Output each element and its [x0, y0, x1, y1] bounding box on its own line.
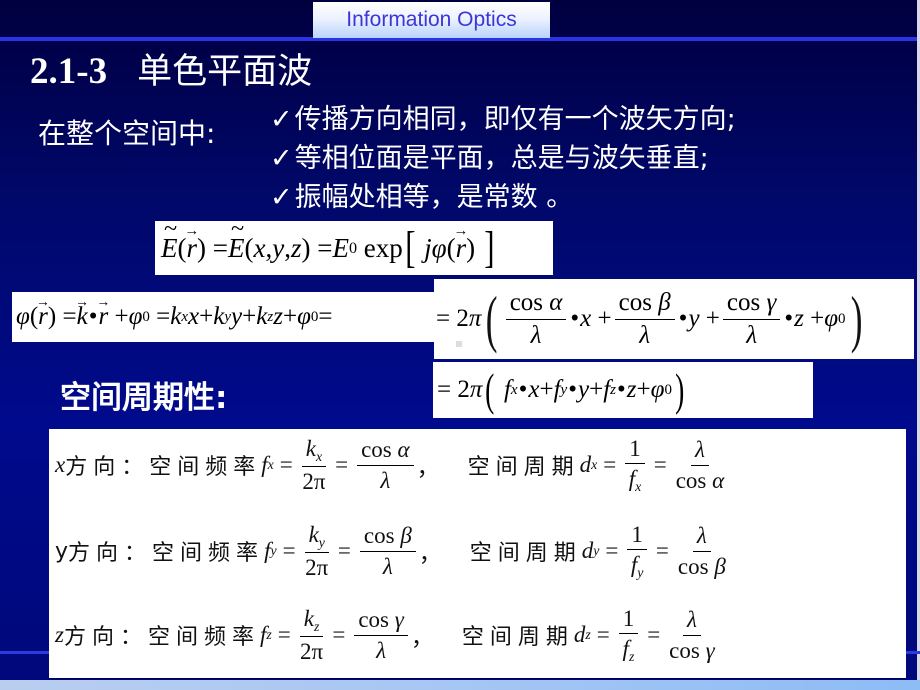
period-symbol: d: [581, 538, 594, 563]
period-label: 空间周期: [469, 541, 582, 566]
freq-label: 空间频率: [147, 625, 260, 650]
one-over-f: 1 fx: [625, 436, 645, 494]
check-icon: ✓: [270, 143, 293, 174]
period-symbol: d: [579, 452, 592, 477]
freq-label: 空间频率: [152, 541, 265, 566]
footer-strip: [0, 680, 920, 690]
lambda-over-cos: λ cos β: [677, 523, 726, 579]
period-label: 空间周期: [467, 455, 580, 480]
section-title: 单色平面波: [137, 52, 313, 92]
periodicity-label: 空间周期性:: [60, 380, 228, 416]
scope-label: 在整个空间中:: [38, 117, 216, 150]
bullet-item: ✓等相位面是平面，总是与波矢垂直;: [270, 139, 736, 178]
check-icon: ✓: [270, 182, 293, 213]
cos-over-lambda: cos βλ: [359, 523, 416, 579]
cos-over-lambda: cos αλ: [357, 437, 414, 493]
table-row-x: x 方向： 空间频率 fx = kx 2π = cos α λ， 空间周期 dx = …: [55, 435, 725, 494]
direction-label: 方向：: [68, 541, 153, 566]
axis-label: y: [55, 538, 69, 564]
section-number: 2.1-3: [30, 51, 108, 92]
bullet-item: ✓振幅处相等，是常数 。: [270, 178, 736, 217]
header-tab: Information Optics: [313, 2, 550, 38]
phase-equation-spatial-frequency: = 2 π( f x • x + f y • y + f z • z + φ 0): [433, 362, 813, 418]
bullet-text: 振幅处相等，是常数 。: [294, 182, 574, 213]
footer-rule-left: [0, 651, 50, 654]
period-symbol: d: [573, 622, 586, 647]
k-over-2pi: kx 2π: [301, 435, 327, 494]
one-over-f: 1 fy: [627, 522, 647, 580]
artifact-square: [456, 341, 462, 347]
freq-subscript: y: [270, 543, 277, 558]
slide-title: 2.1-3 单色平面波: [30, 50, 312, 94]
field-equation: E(r) = E(x, y, z) = E0 exp[ jφ(r) ]: [155, 221, 553, 275]
direction-label: 方向：: [63, 625, 148, 650]
period-label: 空间周期: [461, 625, 574, 650]
k-over-2pi: kz 2π: [299, 605, 324, 664]
freq-subscript: z: [266, 627, 272, 642]
bullet-text: 传播方向相同，即仅有一个波矢方向;: [294, 104, 736, 135]
lambda-over-cos: λ cos γ: [669, 607, 715, 663]
lambda-over-cos: λ cos α: [675, 437, 725, 493]
one-over-f: 1 fz: [618, 606, 639, 664]
footer-rule-right: [905, 651, 920, 654]
bullet-list: ✓传播方向相同，即仅有一个波矢方向; ✓等相位面是平面，总是与波矢垂直; ✓振幅…: [270, 100, 736, 217]
phase-equation-direction-cosines: = 2 π( cos α λ • x + cos β λ • y + cos γ λ • z + φ…: [434, 279, 914, 359]
check-icon: ✓: [270, 104, 293, 135]
freq-label: 空间频率: [149, 455, 262, 480]
axis-label: x: [55, 452, 66, 477]
bullet-item: ✓传播方向相同，即仅有一个波矢方向;: [270, 100, 736, 139]
freq-subscript: x: [267, 457, 274, 472]
table-row-z: z 方向： 空间频率 fz = kz 2π = cos γ λ， 空间周期 dz = …: [55, 605, 715, 664]
bullet-text: 等相位面是平面，总是与波矢垂直;: [294, 143, 709, 174]
phase-equation-linear: φ(r) = k•r + φ0 = kxx + kyy + kzz + φ0=: [12, 292, 437, 342]
k-over-2pi: ky 2π: [304, 521, 329, 580]
direction-label: 方向：: [65, 455, 150, 480]
axis-label: z: [55, 622, 64, 647]
course-title: Information Optics: [346, 8, 517, 31]
cos-over-lambda: cos γλ: [354, 607, 408, 663]
table-row-y: y 方向： 空间频率 fy = ky 2π = cos β λ， 空间周期 dy = …: [55, 521, 726, 580]
